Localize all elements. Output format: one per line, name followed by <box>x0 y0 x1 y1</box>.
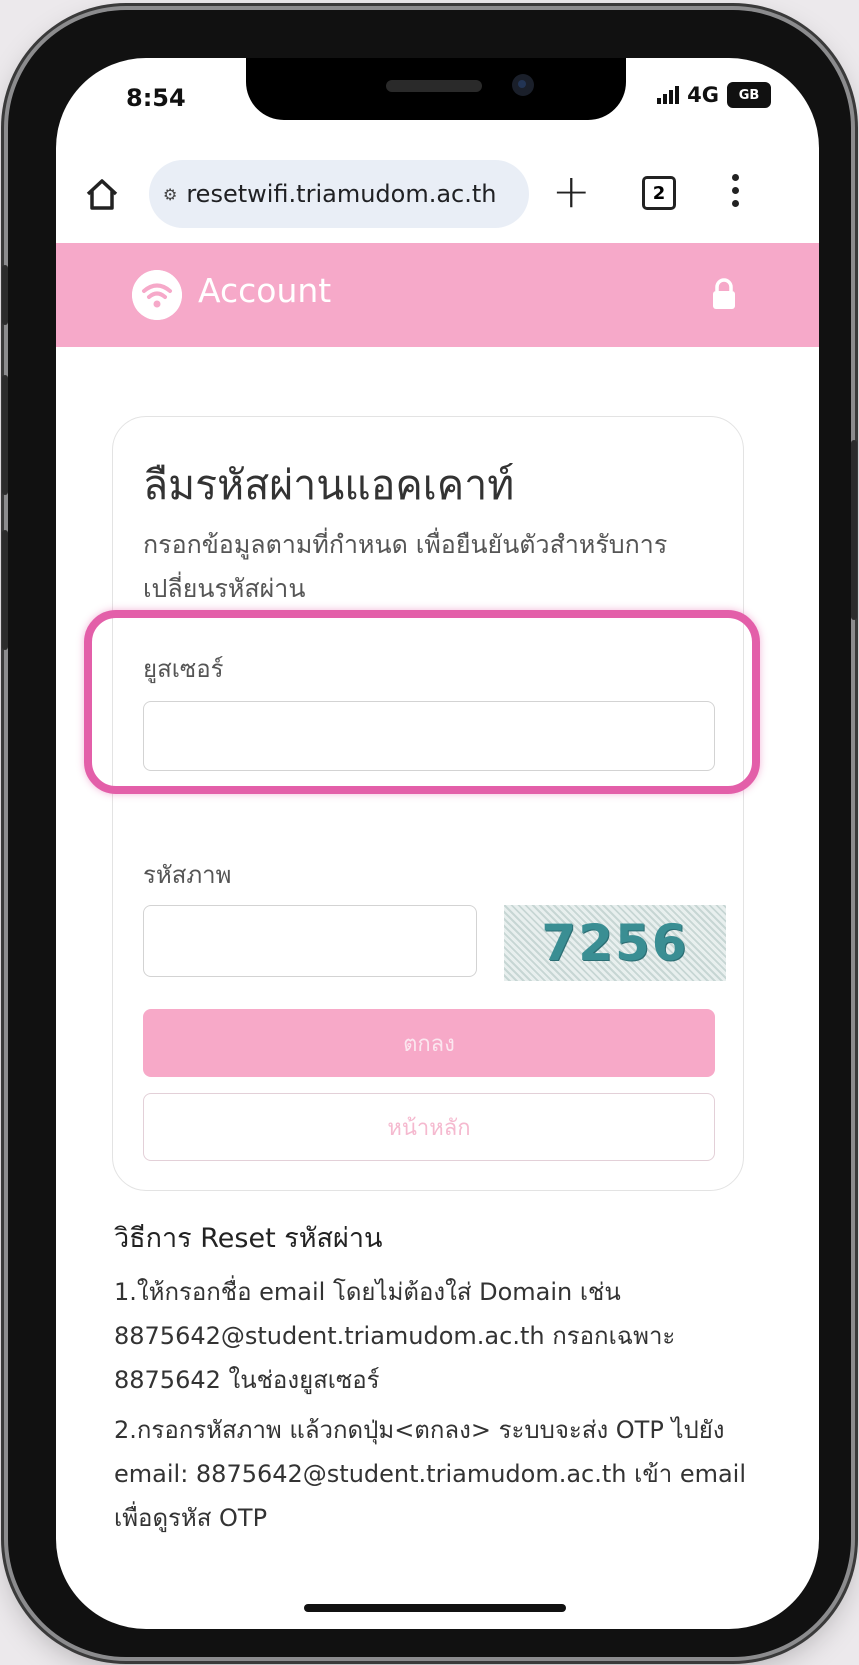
status-time: 8:54 <box>126 84 186 112</box>
reset-form-card: ลืมรหัสผ่านแอคเคาท์ กรอกข้อมูลตามที่กำหน… <box>112 416 744 1191</box>
signal-icon <box>657 86 680 104</box>
speaker <box>386 80 482 92</box>
lock-icon[interactable] <box>710 277 738 311</box>
guide-step-1: 1.ให้กรอกชื่อ email โดยไม่ต้องใส่ Domain… <box>114 1278 676 1394</box>
app-title: Account <box>198 271 332 310</box>
phone-frame: 8:54 4G GB ⚙ resetwifi.triamudom.ac.th +… <box>2 10 857 1657</box>
captcha-text: 7256 <box>541 914 689 972</box>
battery-icon: GB <box>727 82 771 108</box>
guide-title: วิธีการ Reset รหัสผ่าน <box>114 1223 383 1254</box>
address-bar[interactable]: ⚙ resetwifi.triamudom.ac.th <box>149 160 529 228</box>
volume-down-button <box>2 530 8 650</box>
notch <box>246 58 626 120</box>
submit-button[interactable]: ตกลง <box>143 1009 715 1077</box>
home-icon[interactable] <box>82 174 122 214</box>
tune-icon[interactable]: ⚙ <box>163 185 177 204</box>
guide-step-2: 2.กรอกรหัสภาพ แล้วกดปุ่ม<ตกลง> ระบบจะส่ง… <box>114 1416 747 1532</box>
front-camera <box>512 74 534 96</box>
network-label: 4G <box>687 83 719 107</box>
new-tab-icon[interactable]: + <box>552 168 591 214</box>
phone-screen: 8:54 4G GB ⚙ resetwifi.triamudom.ac.th +… <box>56 58 819 1629</box>
captcha-label: รหัสภาพ <box>143 861 232 889</box>
volume-up-button <box>2 375 8 495</box>
tab-count: 2 <box>652 182 666 204</box>
home-button[interactable]: หน้าหลัก <box>143 1093 715 1161</box>
form-description: กรอกข้อมูลตามที่กำหนด เพื่อยืนยันตัวสำหร… <box>143 530 668 603</box>
username-highlight-outline <box>84 610 760 794</box>
captcha-image: 7256 <box>504 905 726 981</box>
tab-switcher-button[interactable]: 2 <box>642 176 676 210</box>
status-icons: 4G GB <box>657 82 771 108</box>
form-title: ลืมรหัสผ่านแอคเคาท์ <box>143 461 515 509</box>
captcha-input[interactable] <box>143 905 477 977</box>
side-button <box>2 265 8 325</box>
url-text: resetwifi.triamudom.ac.th <box>186 180 497 208</box>
more-menu-icon[interactable] <box>732 174 740 213</box>
app-header: Account <box>56 243 819 347</box>
power-button <box>851 440 857 620</box>
browser-toolbar: ⚙ resetwifi.triamudom.ac.th + 2 <box>56 156 819 240</box>
home-indicator <box>304 1604 566 1612</box>
wifi-icon <box>132 270 182 320</box>
battery-label: GB <box>738 87 760 103</box>
